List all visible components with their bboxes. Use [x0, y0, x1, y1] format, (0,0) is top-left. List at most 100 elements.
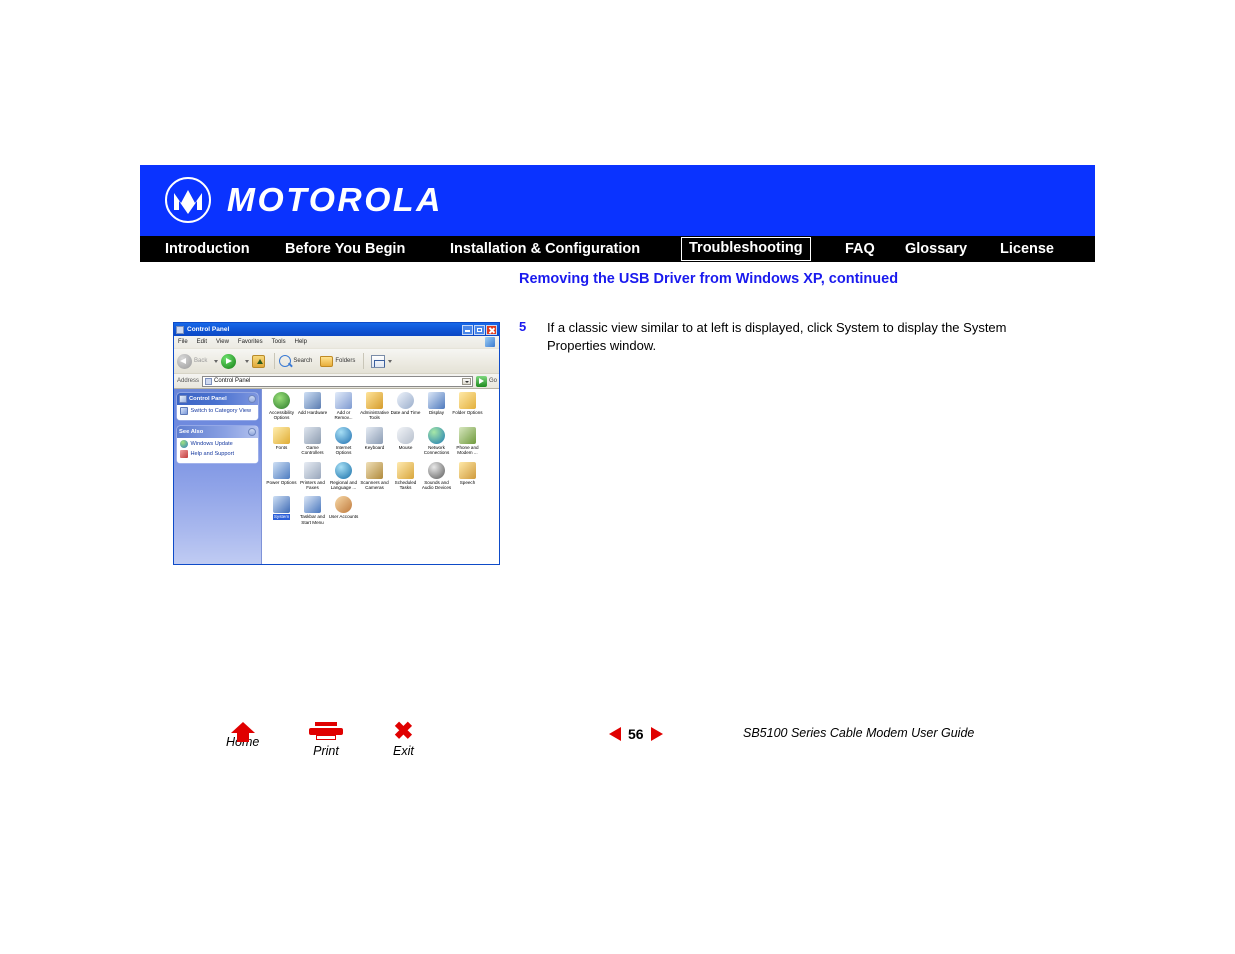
minimize-button[interactable]	[462, 324, 473, 335]
back-history-chevron-down-icon[interactable]	[214, 359, 219, 363]
address-input[interactable]: Control Panel	[202, 375, 473, 387]
home-button[interactable]: Home	[226, 722, 259, 749]
address-label: Address	[177, 378, 200, 384]
speech-icon	[459, 461, 476, 479]
exit-button[interactable]: ✖ Exit	[393, 720, 414, 759]
search-icon	[279, 355, 292, 367]
nav-item-installation-configuration[interactable]: Installation & Configuration	[450, 236, 640, 262]
nav-item-glossary[interactable]: Glossary	[905, 236, 967, 262]
cp-address-bar: Address Control Panel Go	[174, 374, 499, 389]
cp-icon-area: Accessibility Options Add Hardware Add or …	[262, 389, 499, 564]
user-accounts-icon	[335, 496, 352, 514]
cp-item-game-controllers[interactable]: Game Controllers	[297, 426, 328, 456]
nav-item-troubleshooting[interactable]: Troubleshooting	[681, 237, 811, 261]
menu-tools[interactable]: Tools	[272, 336, 286, 348]
switch-view-icon	[180, 407, 188, 415]
cp-item-date-and-time[interactable]: Date and Time	[390, 392, 421, 421]
menu-favorites[interactable]: Favorites	[238, 336, 263, 348]
cp-item-printers-and-faxes[interactable]: Printers and Faxes	[297, 461, 328, 491]
printers-and-faxes-icon	[304, 461, 321, 479]
system-icon	[273, 496, 290, 514]
help-and-support-label: Help and Support	[190, 451, 235, 457]
cp-item-sounds-audio[interactable]: Sounds and Audio Devices	[421, 461, 452, 491]
help-and-support-link[interactable]: Help and Support	[180, 450, 256, 458]
back-button[interactable]: Back	[177, 353, 207, 369]
cp-item-taskbar-start-menu[interactable]: Taskbar and Start Menu	[297, 496, 328, 525]
cp-window-controls	[462, 324, 497, 335]
cp-item-regional-language[interactable]: Regional and Language ...	[328, 461, 359, 491]
address-chevron-down-icon[interactable]	[461, 377, 471, 385]
next-page-arrow-icon[interactable]	[650, 727, 663, 741]
cp-item-folder-options[interactable]: Folder Options	[452, 392, 483, 421]
cp-item-label: Speech	[459, 479, 476, 485]
windows-update-icon	[180, 440, 188, 448]
menu-edit[interactable]: Edit	[197, 336, 207, 348]
cp-item-speech[interactable]: Speech	[452, 461, 483, 491]
cp-item-phone-and-modem[interactable]: Phone and Modem ...	[452, 426, 483, 456]
nav-item-license[interactable]: License	[1000, 236, 1054, 262]
regional-language-icon	[335, 461, 352, 479]
scheduled-tasks-icon	[397, 461, 414, 479]
search-button[interactable]: Search	[279, 355, 312, 367]
go-button[interactable]: Go	[475, 375, 497, 387]
address-value: Control Panel	[214, 378, 251, 384]
accessibility-icon	[273, 392, 290, 409]
cp-item-label: Printers and Faxes	[300, 479, 325, 491]
print-button[interactable]: Print	[309, 722, 343, 758]
menu-help[interactable]: Help	[295, 336, 307, 348]
see-also-collapse-chevron-icon[interactable]	[248, 428, 256, 436]
control-panel-task-panel-body: Switch to Category View	[177, 405, 258, 420]
cp-item-accessibility[interactable]: Accessibility Options	[266, 392, 297, 421]
folder-options-icon	[459, 392, 476, 409]
cp-item-scanners-cameras[interactable]: Scanners and Cameras	[359, 461, 390, 491]
close-button[interactable]	[486, 324, 497, 335]
cp-item-keyboard[interactable]: Keyboard	[359, 426, 390, 456]
forward-button[interactable]	[221, 353, 238, 369]
phone-and-modem-icon	[459, 426, 476, 444]
cp-item-fonts[interactable]: Fonts	[266, 426, 297, 456]
cp-item-network-connections[interactable]: Network Connections	[421, 426, 452, 456]
up-one-level-icon[interactable]	[252, 354, 266, 368]
menu-file[interactable]: File	[178, 336, 188, 348]
fonts-icon	[273, 426, 290, 444]
cp-item-internet-options[interactable]: Internet Options	[328, 426, 359, 456]
scanners-cameras-icon	[366, 461, 383, 479]
switch-to-category-view-link[interactable]: Switch to Category View	[180, 407, 256, 415]
nav-item-faq[interactable]: FAQ	[845, 236, 875, 262]
menu-view[interactable]: View	[216, 336, 229, 348]
nav-item-before-you-begin[interactable]: Before You Begin	[285, 236, 405, 262]
collapse-chevron-icon[interactable]	[248, 395, 256, 403]
see-also-panel-header[interactable]: See Also	[177, 426, 258, 438]
maximize-button[interactable]	[474, 324, 485, 335]
see-also-panel: See Also Windows Update Help and Support	[177, 426, 258, 463]
network-connections-icon	[428, 426, 445, 444]
cp-title-bar: Control Panel	[174, 323, 499, 336]
cp-item-label: Administrative Tools	[360, 410, 389, 421]
cp-item-display[interactable]: Display	[421, 392, 452, 421]
windows-update-link[interactable]: Windows Update	[180, 440, 256, 448]
cp-item-system[interactable]: System	[266, 496, 297, 525]
nav-item-introduction[interactable]: Introduction	[165, 236, 250, 262]
views-chevron-down-icon[interactable]	[388, 359, 393, 363]
keyboard-icon	[366, 426, 383, 444]
cp-item-mouse[interactable]: Mouse	[390, 426, 421, 456]
add-remove-programs-icon	[335, 392, 352, 409]
switch-to-category-view-label: Switch to Category View	[190, 408, 252, 414]
forward-history-chevron-down-icon[interactable]	[245, 359, 250, 363]
previous-page-arrow-icon[interactable]	[609, 727, 621, 741]
cp-item-user-accounts[interactable]: User Accounts	[328, 496, 359, 525]
cp-item-label: Display	[428, 410, 445, 415]
cp-item-administrative-tools[interactable]: Administrative Tools	[359, 392, 390, 421]
cp-item-add-remove-programs[interactable]: Add or Remov...	[328, 392, 359, 421]
control-panel-task-panel-header[interactable]: Control Panel	[177, 393, 258, 405]
go-button-label: Go	[488, 378, 497, 384]
folders-button[interactable]: Folders	[320, 355, 355, 367]
help-support-icon	[180, 450, 188, 458]
cp-item-add-hardware[interactable]: Add Hardware	[297, 392, 328, 421]
cp-item-power-options[interactable]: Power Options	[266, 461, 297, 491]
page-title: Removing the USB Driver from Windows XP,…	[519, 271, 899, 287]
sounds-audio-icon	[428, 461, 445, 479]
power-options-icon	[273, 461, 290, 479]
views-icon[interactable]	[371, 354, 386, 368]
cp-item-scheduled-tasks[interactable]: Scheduled Tasks	[390, 461, 421, 491]
